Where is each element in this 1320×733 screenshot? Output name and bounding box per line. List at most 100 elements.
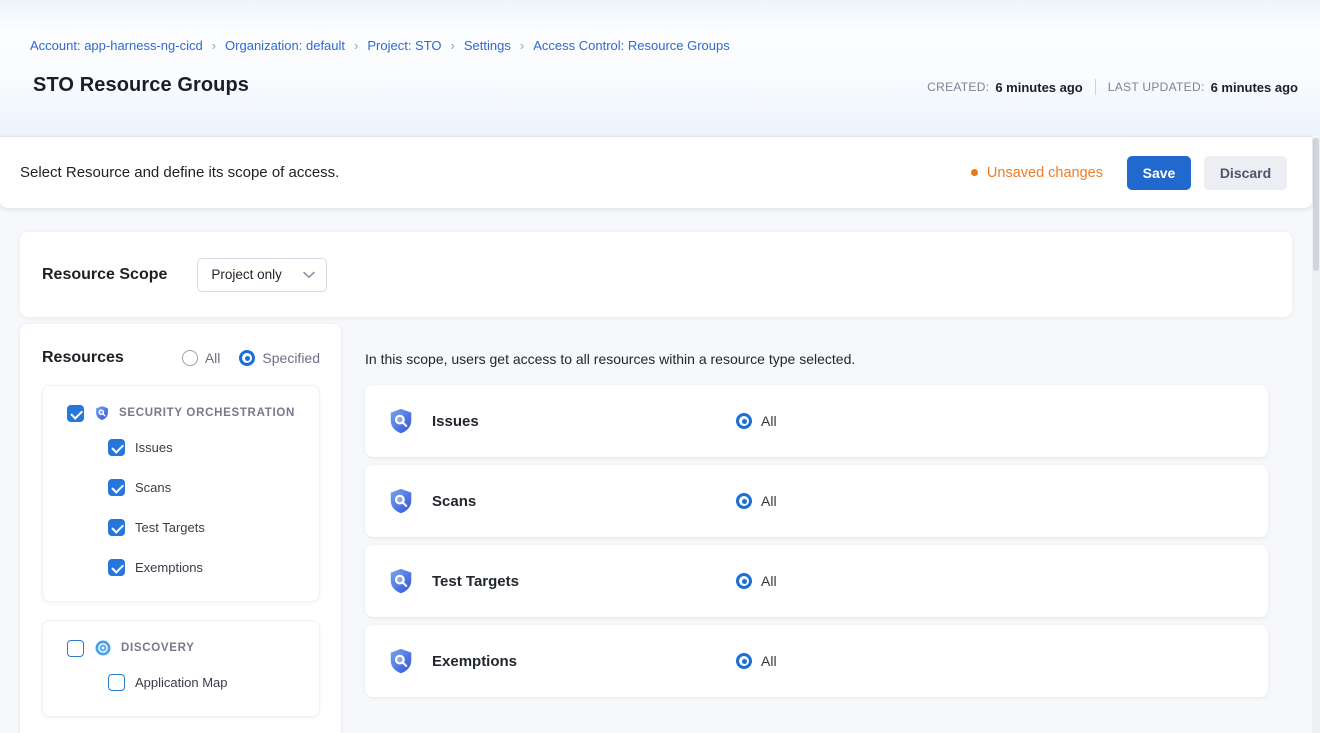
group-items: Application Map (43, 662, 319, 702)
item-label: Exemptions (135, 560, 203, 575)
group-item[interactable]: Application Map (43, 662, 319, 702)
created-value: 6 minutes ago (995, 80, 1082, 95)
resources-panel: Resources All Specified SECURITY ORCHEST… (20, 324, 341, 733)
target-icon (94, 639, 112, 657)
resource-group-card: DISCOVERY Application Map (42, 620, 320, 717)
last-updated-label: LAST UPDATED: (1108, 80, 1205, 94)
radio-option-label: All (205, 350, 221, 366)
breadcrumb-separator-icon: › (212, 38, 216, 53)
resource-access-label: All (761, 413, 777, 429)
breadcrumb-separator-icon: › (354, 38, 358, 53)
resource-access-option[interactable]: All (736, 653, 777, 669)
resource-row-label: Exemptions (432, 653, 736, 670)
content-body: Resources All Specified SECURITY ORCHEST… (20, 324, 1320, 733)
radio-icon[interactable] (239, 350, 255, 366)
vertical-scrollbar-track[interactable] (1312, 137, 1320, 733)
resource-access-label: All (761, 573, 777, 589)
item-label: Application Map (135, 675, 228, 690)
shield-search-icon (94, 405, 110, 421)
shield-search-icon (387, 647, 415, 675)
item-checkbox[interactable] (108, 674, 125, 691)
resource-scope-select[interactable]: Project only (197, 258, 327, 292)
page: Account: app-harness-ng-cicd › Organizatio… (0, 0, 1320, 733)
save-button[interactable]: Save (1127, 156, 1191, 190)
resource-rows-list: Issues All Scans All Test Ta (365, 385, 1276, 697)
resources-panel-header: Resources All Specified (42, 349, 320, 367)
resource-scope-selected-value: Project only (211, 267, 282, 282)
resource-row: Issues All (365, 385, 1268, 457)
resource-access-option[interactable]: All (736, 493, 777, 509)
item-checkbox[interactable] (108, 559, 125, 576)
resource-groups-list: SECURITY ORCHESTRATION Issues Scans Test… (42, 385, 320, 717)
resource-access-label: All (761, 493, 777, 509)
group-items: Issues Scans Test Targets Exemptions (43, 427, 319, 587)
group-item[interactable]: Scans (43, 467, 319, 507)
header-row: STO Resource Groups CREATED: 6 minutes a… (30, 74, 1298, 97)
resource-scope-card: Resource Scope Project only (20, 232, 1292, 317)
group-name: DISCOVERY (121, 642, 195, 654)
shield-search-icon (94, 405, 110, 421)
main-area: In this scope, users get access to all r… (341, 324, 1320, 705)
radio-option-specified[interactable]: Specified (239, 350, 320, 366)
unsaved-dot-icon (971, 169, 978, 176)
breadcrumb-separator-icon: › (451, 38, 455, 53)
group-item[interactable]: Test Targets (43, 507, 319, 547)
shield-search-icon (387, 487, 415, 515)
resource-row: Test Targets All (365, 545, 1268, 617)
radio-icon[interactable] (736, 413, 752, 429)
resource-access-option[interactable]: All (736, 573, 777, 589)
toolbar-description: Select Resource and define its scope of … (20, 164, 339, 181)
breadcrumb-link[interactable]: Organization: default (225, 38, 345, 53)
resource-row: Scans All (365, 465, 1268, 537)
item-label: Issues (135, 440, 173, 455)
breadcrumb-link[interactable]: Access Control: Resource Groups (533, 38, 730, 53)
unsaved-changes-label: Unsaved changes (987, 165, 1103, 181)
resource-scope-label: Resource Scope (42, 266, 167, 284)
content: Resource Scope Project only Resources Al… (0, 208, 1320, 733)
item-label: Scans (135, 480, 171, 495)
radio-icon[interactable] (182, 350, 198, 366)
shield-search-icon (387, 567, 415, 595)
group-checkbox[interactable] (67, 640, 84, 657)
toolbar-actions: Unsaved changes Save Discard (971, 156, 1287, 190)
item-checkbox[interactable] (108, 479, 125, 496)
group-item[interactable]: Issues (43, 427, 319, 467)
radio-option-label: Specified (262, 350, 320, 366)
resource-group-card: SECURITY ORCHESTRATION Issues Scans Test… (42, 385, 320, 602)
shield-search-icon (387, 407, 415, 435)
radio-icon[interactable] (736, 653, 752, 669)
resource-group-header[interactable]: DISCOVERY (43, 634, 319, 662)
meta-divider (1095, 79, 1096, 95)
shield-search-icon (387, 567, 415, 595)
group-item[interactable]: Exemptions (43, 547, 319, 587)
breadcrumb-link[interactable]: Settings (464, 38, 511, 53)
resource-row-label: Scans (432, 493, 736, 510)
scope-instruction: In this scope, users get access to all r… (365, 351, 1276, 367)
vertical-scrollbar-thumb[interactable] (1313, 138, 1319, 271)
item-checkbox[interactable] (108, 519, 125, 536)
resource-row: Exemptions All (365, 625, 1268, 697)
toolbar: Select Resource and define its scope of … (0, 136, 1312, 208)
discard-button[interactable]: Discard (1204, 156, 1287, 190)
last-updated-value: 6 minutes ago (1211, 80, 1298, 95)
group-name: SECURITY ORCHESTRATION (119, 407, 295, 419)
radio-option-all[interactable]: All (182, 350, 221, 366)
resource-row-label: Issues (432, 413, 736, 430)
breadcrumb-link[interactable]: Project: STO (367, 38, 441, 53)
breadcrumb-link[interactable]: Account: app-harness-ng-cicd (30, 38, 203, 53)
shield-search-icon (387, 647, 415, 675)
item-checkbox[interactable] (108, 439, 125, 456)
item-label: Test Targets (135, 520, 205, 535)
created-label: CREATED: (927, 80, 989, 94)
resource-group-header[interactable]: SECURITY ORCHESTRATION (43, 399, 319, 427)
resources-mode-radio-group: All Specified (163, 350, 320, 366)
group-checkbox[interactable] (67, 405, 84, 422)
resource-access-option[interactable]: All (736, 413, 777, 429)
target-icon (94, 639, 112, 657)
radio-icon[interactable] (736, 493, 752, 509)
resources-title: Resources (42, 349, 124, 367)
breadcrumb: Account: app-harness-ng-cicd › Organizatio… (30, 38, 1298, 53)
radio-icon[interactable] (736, 573, 752, 589)
unsaved-changes-indicator: Unsaved changes (971, 165, 1103, 181)
breadcrumb-separator-icon: › (520, 38, 524, 53)
